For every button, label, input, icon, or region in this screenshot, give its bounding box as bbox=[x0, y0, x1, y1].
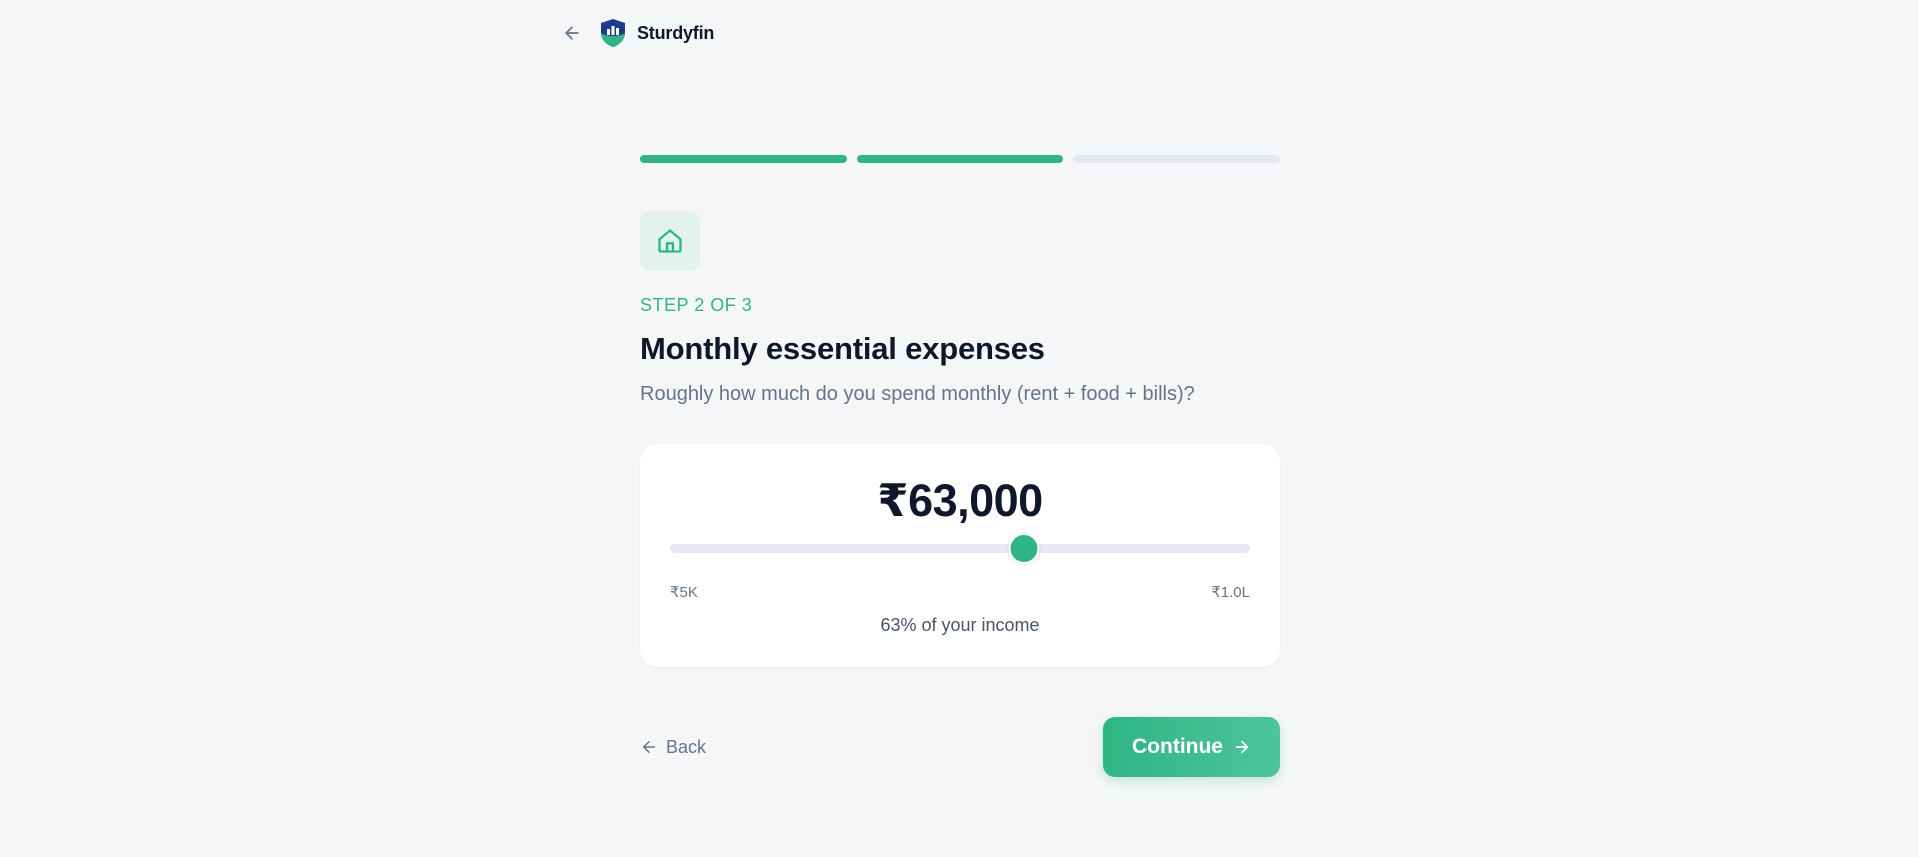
expense-slider[interactable] bbox=[670, 533, 1250, 564]
step-label: STEP 2 OF 3 bbox=[640, 295, 753, 315]
progress-bar bbox=[640, 155, 1281, 163]
income-percentage-note: 63% of your income bbox=[880, 615, 1040, 635]
progress-segment-3 bbox=[1073, 155, 1281, 163]
back-arrow-icon[interactable] bbox=[555, 16, 589, 50]
amount-value: ₹63,000 bbox=[877, 475, 1043, 526]
slider-min-label: ₹5K bbox=[670, 584, 698, 601]
brand-name: Sturdyfin bbox=[637, 22, 715, 43]
brand-logo-icon bbox=[601, 19, 625, 47]
amount-card: ₹63,000 ₹5K ₹1.0L 63% of your income bbox=[640, 444, 1280, 667]
top-bar: Sturdyfin bbox=[555, 16, 714, 50]
progress-segment-1 bbox=[640, 155, 847, 163]
continue-button[interactable]: Continue bbox=[1103, 717, 1280, 777]
slider-max-label: ₹1.0L bbox=[1211, 584, 1250, 601]
home-icon bbox=[658, 229, 682, 253]
slider-thumb[interactable] bbox=[1008, 533, 1040, 564]
continue-button-label: Continue bbox=[1132, 735, 1223, 758]
form-actions: Back Continue bbox=[640, 717, 1280, 777]
arrow-right-icon bbox=[1235, 740, 1249, 754]
back-button-label: Back bbox=[666, 736, 707, 757]
back-button[interactable]: Back bbox=[640, 737, 706, 758]
progress-segment-2 bbox=[856, 155, 1064, 163]
brand[interactable]: Sturdyfin bbox=[599, 18, 714, 48]
step-icon-container bbox=[640, 211, 700, 271]
page-title: Monthly essential expenses bbox=[640, 331, 1045, 366]
arrow-left-icon bbox=[643, 741, 655, 753]
page-subtitle: Roughly how much do you spend monthly (r… bbox=[640, 383, 1195, 405]
step-form: STEP 2 OF 3 Monthly essential expenses R… bbox=[640, 155, 1281, 777]
